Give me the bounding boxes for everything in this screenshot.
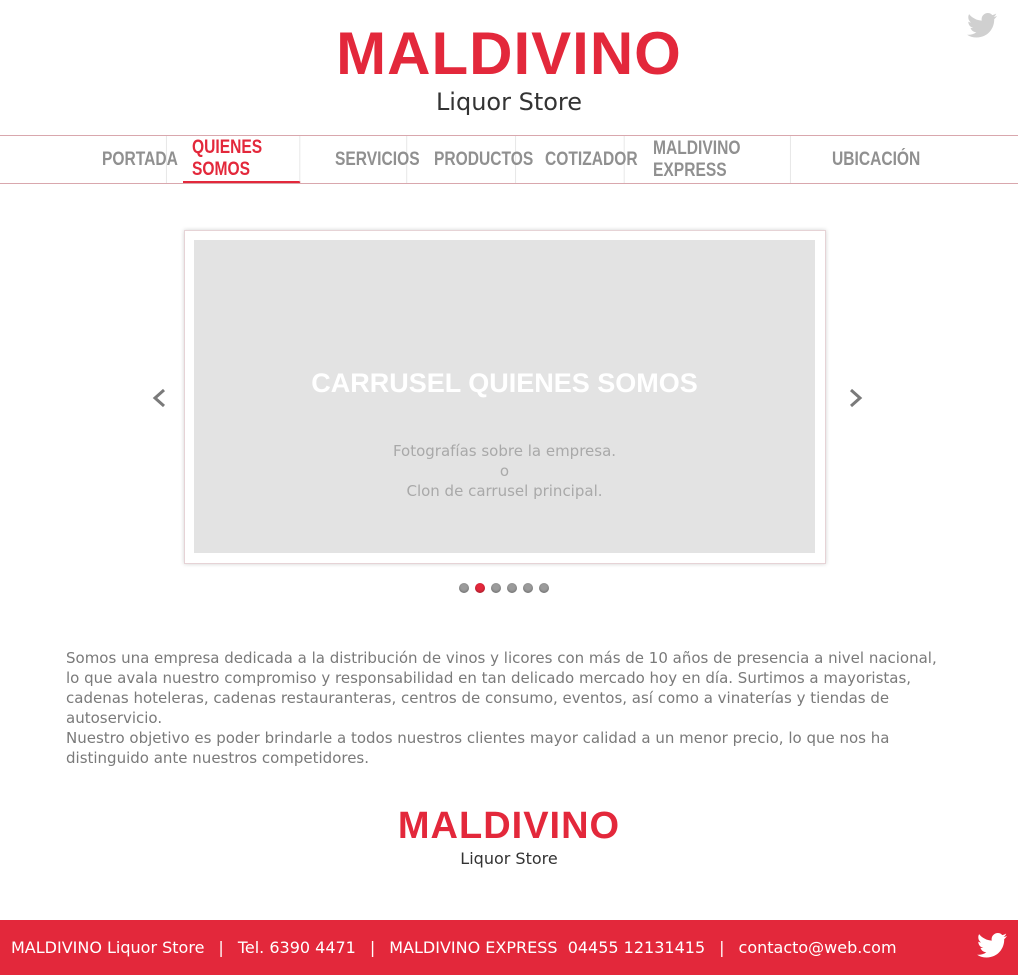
footer-express: MALDIVINO EXPRESS 04455 12131415: [389, 938, 706, 957]
nav-item-maldivino-express[interactable]: MALDIVINO EXPRESS: [644, 136, 791, 183]
carousel-dot-3[interactable]: [491, 583, 501, 593]
carousel-dot-4[interactable]: [507, 583, 517, 593]
twitter-bird-icon[interactable]: [976, 932, 1008, 960]
logo-tagline: Liquor Store: [435, 88, 583, 116]
carousel-dot-2[interactable]: [475, 583, 485, 593]
about-line-2: lo que avala nuestro compromiso y respon…: [66, 669, 912, 687]
footer-logo[interactable]: MALDIVINO Liquor Store: [0, 807, 1018, 867]
nav-item-ubicacion[interactable]: UBICACIÓN: [823, 136, 920, 183]
carousel-slide[interactable]: CARRUSEL QUIENES SOMOS Fotografías sobre…: [194, 240, 815, 553]
carousel-pagination: [459, 583, 555, 593]
nav-item-cotizador[interactable]: COTIZADOR: [536, 136, 638, 183]
footer-phone: Tel. 6390 4471: [237, 938, 356, 957]
carousel-title: CARRUSEL QUIENES SOMOS: [311, 368, 698, 398]
about-paragraph-1: Somos una empresa dedicada a la distribu…: [66, 648, 956, 728]
footer-separator: |: [369, 938, 376, 957]
chevron-left-icon[interactable]: [150, 387, 170, 409]
carousel-dot-1[interactable]: [459, 583, 469, 593]
nav-item-servicios[interactable]: SERVICIOS: [326, 136, 420, 183]
carousel-caption-line-2: o: [499, 462, 510, 480]
nav-item-quienes-somos[interactable]: QUIENES SOMOS: [183, 136, 301, 183]
logo-tagline-small: Liquor Store: [460, 849, 558, 868]
carousel-caption-line-3: Clon de carrusel principal.: [406, 482, 603, 500]
about-line-1: Somos una empresa dedicada a la distribu…: [66, 649, 937, 667]
main-nav: PORTADA QUIENES SOMOS SERVICIOS PRODUCTO…: [0, 135, 1018, 184]
logo-wordmark-small: MALDIVINO: [397, 805, 621, 847]
nav-item-portada[interactable]: PORTADA: [93, 136, 178, 183]
carousel-dot-6[interactable]: [539, 583, 549, 593]
footer-store-name: MALDIVINO Liquor Store: [11, 938, 205, 957]
about-paragraph-2: Nuestro objetivo es poder brindarle a to…: [66, 729, 890, 767]
carousel-caption-line-1: Fotografías sobre la empresa.: [392, 442, 617, 460]
logo-wordmark: MALDIVINO: [336, 20, 682, 87]
nav-item-productos[interactable]: PRODUCTOS: [425, 136, 533, 183]
twitter-bird-icon[interactable]: [966, 12, 998, 40]
footer-email-link[interactable]: contacto@web.com: [739, 938, 897, 957]
footer-separator: |: [218, 938, 224, 957]
footer-separator: |: [719, 938, 725, 957]
chevron-right-icon[interactable]: [845, 387, 865, 409]
header-logo[interactable]: MALDIVINO Liquor Store: [0, 20, 1018, 116]
carousel-dot-5[interactable]: [523, 583, 533, 593]
about-line-3: cadenas hoteleras, cadenas restaurantera…: [66, 689, 890, 727]
footer-bar: MALDIVINO Liquor Store | Tel. 6390 4471 …: [0, 920, 1018, 975]
